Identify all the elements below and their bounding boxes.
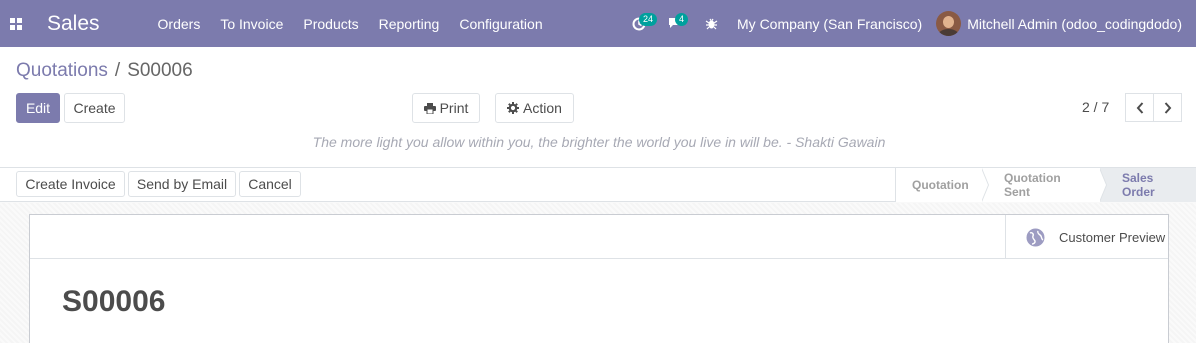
breadcrumb: Quotations / S00006 bbox=[16, 60, 193, 82]
stage-label: Sales Order bbox=[1122, 171, 1155, 199]
printer-icon bbox=[423, 102, 436, 114]
stage-sales-order[interactable]: Sales Order bbox=[1100, 168, 1196, 202]
customer-preview-button[interactable]: Customer Preview bbox=[1005, 215, 1168, 259]
create-button[interactable]: Create bbox=[64, 93, 125, 123]
action-button[interactable]: Action bbox=[495, 93, 574, 123]
chevron-right-icon bbox=[981, 168, 989, 202]
app-name[interactable]: Sales bbox=[32, 0, 148, 47]
document-title: S00006 bbox=[62, 285, 166, 318]
pager-value[interactable]: 2 / 7 bbox=[1082, 99, 1109, 115]
company-switcher[interactable]: My Company (San Francisco) bbox=[729, 16, 936, 32]
stage-label: Quotation Sent bbox=[1004, 171, 1061, 199]
stage-quotation[interactable]: Quotation bbox=[896, 168, 989, 202]
apps-grid-icon[interactable] bbox=[0, 0, 32, 47]
breadcrumb-separator: / bbox=[114, 60, 121, 81]
menu-orders[interactable]: Orders bbox=[148, 0, 211, 47]
action-label: Action bbox=[523, 100, 562, 116]
avatar bbox=[936, 11, 962, 36]
stage-quotation-sent[interactable]: Quotation Sent bbox=[982, 168, 1107, 202]
messages-chat-icon[interactable]: 4 bbox=[657, 0, 693, 47]
activity-clock-icon[interactable]: 24 bbox=[621, 0, 658, 47]
user-menu[interactable]: Mitchell Admin (odoo_codingdodo) bbox=[936, 11, 1196, 36]
pager-next-icon[interactable] bbox=[1153, 93, 1182, 122]
form-sheet: Customer Preview S00006 bbox=[29, 214, 1169, 343]
send-by-email-button[interactable]: Send by Email bbox=[128, 171, 236, 197]
menu-reporting[interactable]: Reporting bbox=[369, 0, 450, 47]
print-label: Print bbox=[439, 100, 469, 116]
edit-button[interactable]: Edit bbox=[16, 93, 60, 123]
customer-preview-label: Customer Preview bbox=[1059, 229, 1166, 245]
print-button[interactable]: Print bbox=[412, 93, 480, 123]
menu-products[interactable]: Products bbox=[293, 0, 368, 47]
messages-badge: 4 bbox=[675, 13, 689, 26]
smart-button-box: Customer Preview bbox=[30, 215, 1168, 259]
gear-icon bbox=[507, 102, 520, 114]
breadcrumb-current: S00006 bbox=[127, 60, 193, 81]
menu-configuration[interactable]: Configuration bbox=[449, 0, 552, 47]
debug-bug-icon[interactable] bbox=[693, 0, 729, 47]
top-navbar: Sales Orders To Invoice Products Reporti… bbox=[0, 0, 1196, 47]
pager-previous-icon[interactable] bbox=[1125, 93, 1154, 122]
breadcrumb-quotations-link[interactable]: Quotations bbox=[16, 60, 108, 81]
chevron-right-icon bbox=[1099, 168, 1107, 202]
status-bar: Create Invoice Send by Email Cancel Quot… bbox=[0, 168, 1196, 202]
menu-to-invoice[interactable]: To Invoice bbox=[210, 0, 293, 47]
control-panel: Quotations / S00006 Edit Create Print Acti… bbox=[0, 47, 1196, 168]
status-stages: Quotation Quotation Sent Sales Order bbox=[895, 168, 1196, 202]
cancel-button[interactable]: Cancel bbox=[239, 171, 301, 197]
activity-badge: 24 bbox=[639, 13, 658, 26]
motivational-quote: The more light you allow within you, the… bbox=[312, 134, 886, 150]
globe-icon bbox=[1026, 228, 1045, 246]
stage-label: Quotation bbox=[912, 178, 969, 192]
create-invoice-button[interactable]: Create Invoice bbox=[16, 171, 125, 197]
user-name: Mitchell Admin (odoo_codingdodo) bbox=[967, 15, 1182, 32]
